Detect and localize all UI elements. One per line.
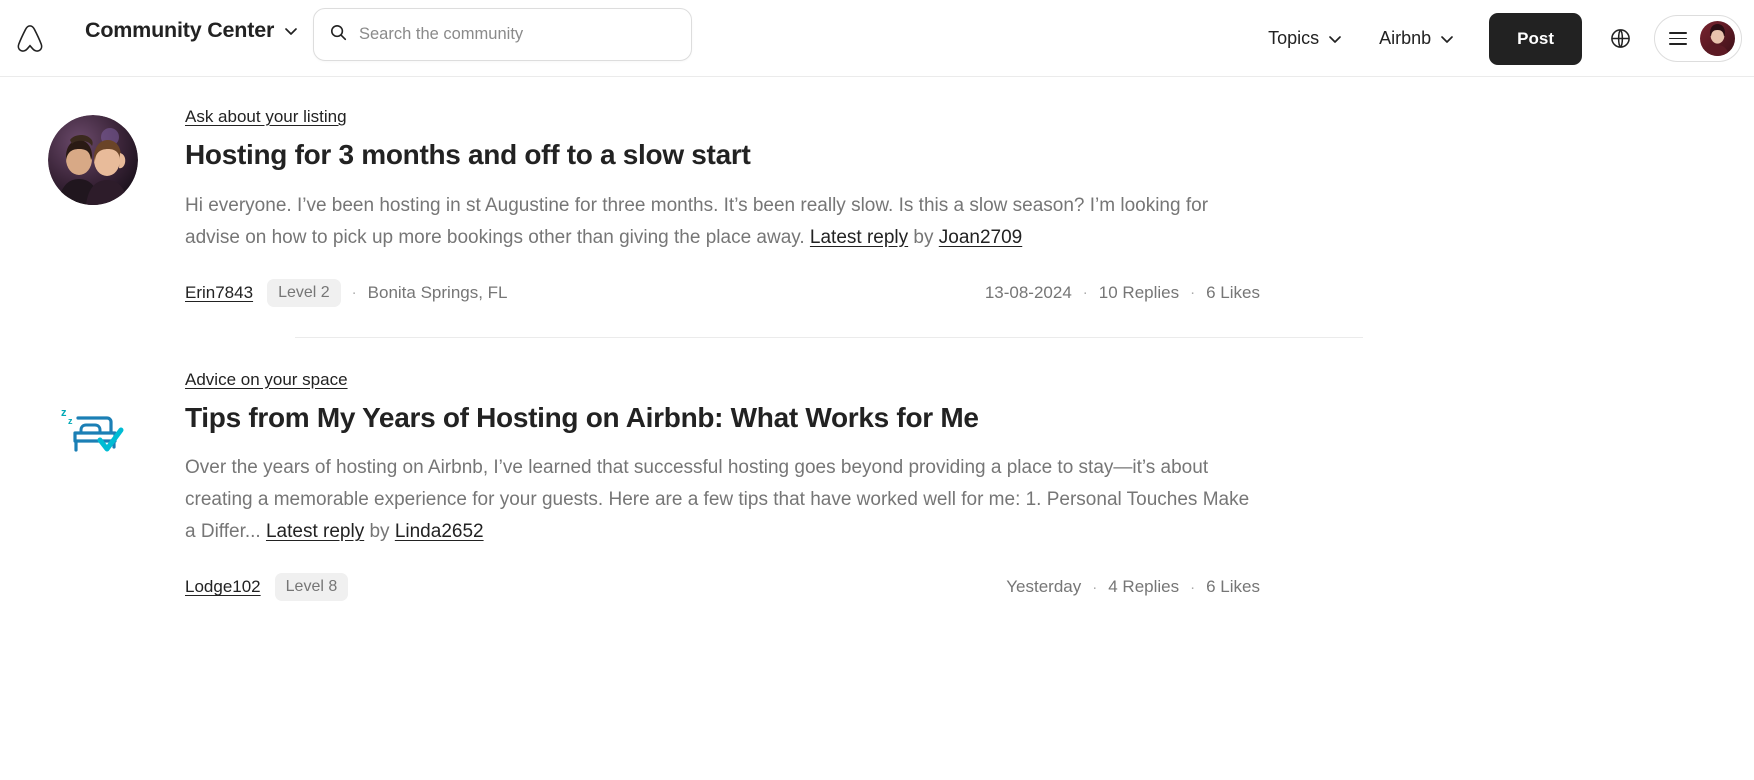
globe-icon[interactable]	[1598, 17, 1642, 61]
chevron-down-icon	[283, 23, 299, 39]
brand-title: Community Center	[85, 18, 275, 42]
post-media: z z	[0, 370, 185, 602]
post-date: 13-08-2024	[984, 282, 1072, 302]
post-replies-count: 4 Replies	[1108, 577, 1180, 597]
post-item[interactable]: z z Advice on your space Tips from My Ye…	[0, 370, 1754, 602]
meta-separator: ·	[1092, 578, 1098, 596]
post-category-link[interactable]: Ask about your listing	[185, 107, 347, 127]
header-nav: Topics Airbnb Post	[1250, 0, 1742, 77]
post-author-link[interactable]: Lodge102	[185, 577, 261, 597]
author-level-badge: Level 8	[274, 573, 349, 602]
by-label: by	[364, 521, 395, 543]
author-location: Bonita Springs, FL	[367, 282, 508, 302]
post-likes-count: 6 Likes	[1206, 282, 1260, 302]
airbnb-logo-icon[interactable]	[12, 20, 48, 58]
post-meta-right: 13-08-2024 · 10 Replies · 6 Likes	[985, 283, 1260, 303]
post-replies-count: 10 Replies	[1098, 282, 1180, 302]
svg-text:z: z	[61, 407, 67, 419]
meta-separator: ·	[351, 284, 357, 302]
chevron-down-icon	[1439, 31, 1455, 47]
author-avatar[interactable]	[47, 115, 138, 205]
post-meta-right: Yesterday · 4 Replies · 6 Likes	[1006, 577, 1260, 597]
community-center-menu[interactable]: Community Center	[85, 18, 299, 43]
post-date: Yesterday	[1006, 577, 1082, 597]
nav-airbnb-label: Airbnb	[1379, 28, 1432, 48]
post-content: Ask about your listing Hosting for 3 mon…	[185, 107, 1260, 307]
latest-reply-link[interactable]: Latest reply	[266, 521, 364, 542]
reply-author-link[interactable]: Linda2652	[395, 521, 484, 542]
post-content: Advice on your space Tips from My Years …	[185, 370, 1260, 602]
svg-text:z: z	[68, 416, 73, 426]
hamburger-menu-icon	[1669, 32, 1687, 45]
nav-topics[interactable]: Topics	[1250, 28, 1361, 49]
account-menu-button[interactable]	[1654, 15, 1742, 62]
author-level-badge: Level 2	[267, 278, 341, 307]
post-meta-left: Lodge102 Level 8	[185, 573, 349, 602]
post-title[interactable]: Hosting for 3 months and off to a slow s…	[185, 138, 1260, 172]
search-input[interactable]	[359, 25, 675, 44]
post-title[interactable]: Tips from My Years of Hosting on Airbnb:…	[185, 401, 1260, 435]
post-divider	[295, 336, 1363, 338]
nav-airbnb[interactable]: Airbnb	[1361, 28, 1473, 49]
nav-topics-label: Topics	[1268, 28, 1320, 48]
post-meta: Lodge102 Level 8 Yesterday · 4 Replies ·…	[185, 573, 1260, 602]
post-likes-count: 6 Likes	[1206, 577, 1260, 597]
post-button[interactable]: Post	[1489, 12, 1582, 65]
avatar	[1700, 21, 1735, 56]
latest-reply-link[interactable]: Latest reply	[810, 227, 908, 248]
chevron-down-icon	[1327, 31, 1343, 47]
meta-separator: ·	[1190, 284, 1196, 302]
bed-sleep-check-icon: z z	[50, 378, 136, 464]
post-author-link[interactable]: Erin7843	[185, 283, 253, 303]
search-icon	[330, 24, 347, 46]
by-label: by	[908, 226, 939, 248]
post-category-link[interactable]: Advice on your space	[185, 370, 348, 390]
post-excerpt: Over the years of hosting on Airbnb, I’v…	[185, 452, 1257, 548]
post-excerpt: Hi everyone. I’ve been hosting in st Aug…	[185, 190, 1257, 254]
search-box[interactable]	[313, 8, 692, 61]
post-meta: Erin7843 Level 2 · Bonita Springs, FL 13…	[185, 278, 1260, 307]
reply-author-link[interactable]: Joan2709	[939, 227, 1022, 248]
post-media	[0, 107, 185, 307]
post-excerpt-text: Hi everyone. I’ve been hosting in st Aug…	[185, 194, 1209, 248]
meta-separator: ·	[1190, 578, 1196, 596]
post-meta-left: Erin7843 Level 2 · Bonita Springs, FL	[185, 278, 508, 307]
site-header: Community Center Topics Airbnb Post	[0, 0, 1754, 77]
post-feed: Ask about your listing Hosting for 3 mon…	[0, 77, 1754, 602]
post-item[interactable]: Ask about your listing Hosting for 3 mon…	[0, 107, 1754, 307]
meta-separator: ·	[1082, 284, 1088, 302]
